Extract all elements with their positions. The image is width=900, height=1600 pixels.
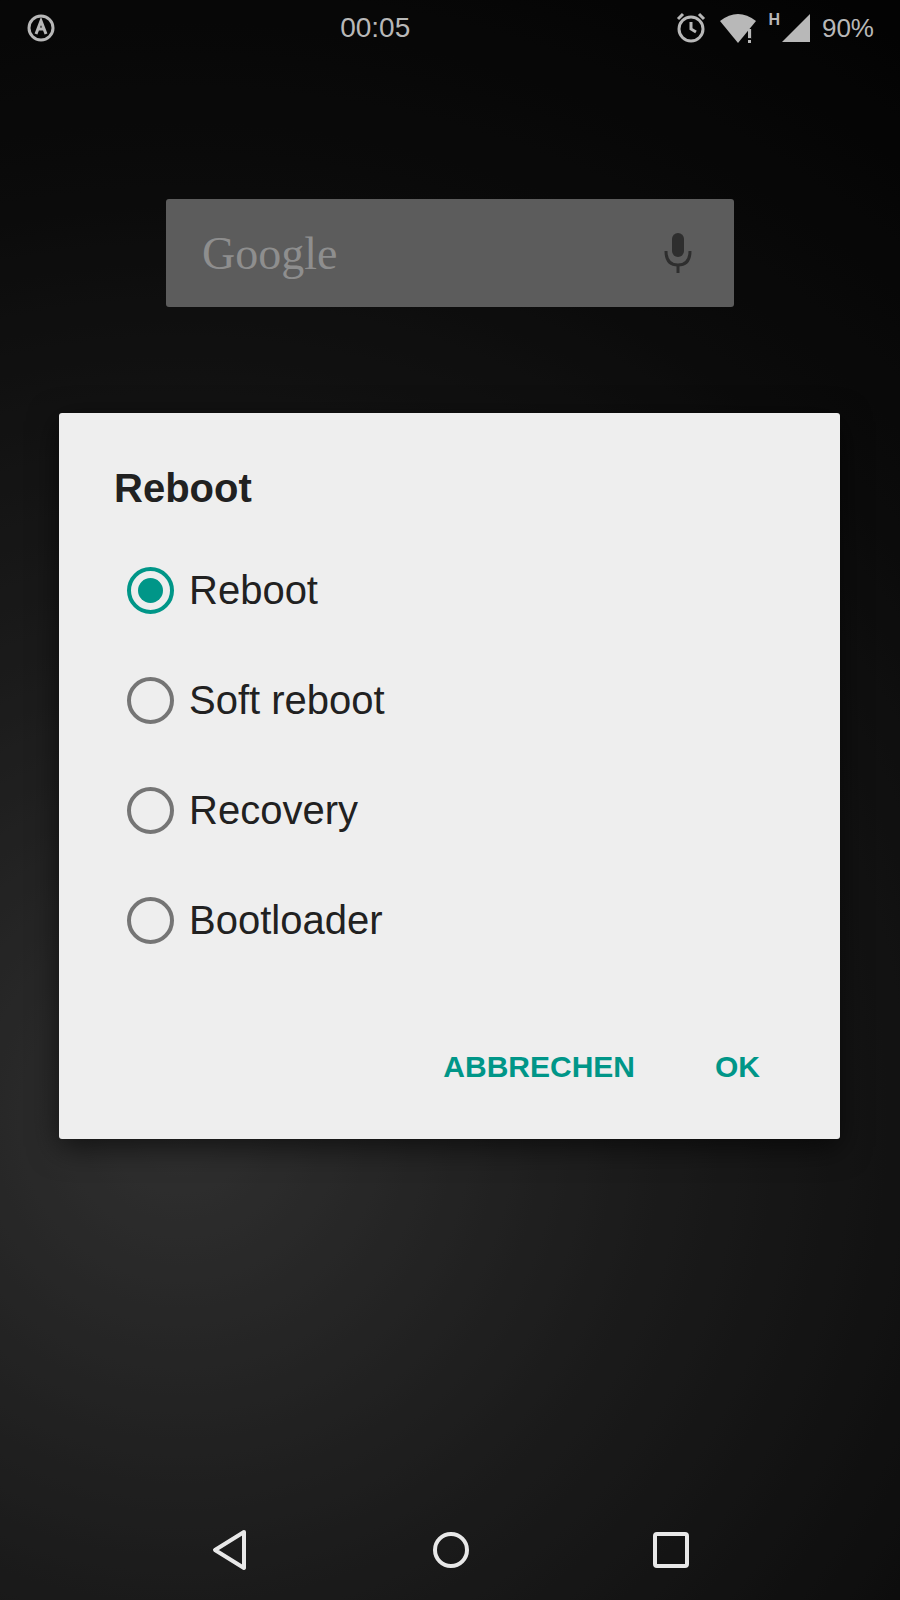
radio-button[interactable] — [127, 897, 174, 944]
option-list: RebootSoft rebootRecoveryBootloader — [59, 535, 840, 975]
option-row[interactable]: Reboot — [59, 535, 840, 645]
option-row[interactable]: Recovery — [59, 755, 840, 865]
home-icon[interactable] — [431, 1530, 471, 1570]
dialog-button[interactable]: OK — [699, 1034, 776, 1098]
radio-button[interactable] — [127, 787, 174, 834]
radio-button[interactable] — [127, 677, 174, 724]
dialog-buttons: ABBRECHEN OK — [59, 1034, 840, 1098]
network-type: H — [768, 12, 780, 28]
android-screen: 00:05H90%GoogleRebootRebootSoft rebootRe… — [0, 0, 900, 1600]
status-bar: 00:05 H 90% — [0, 0, 900, 56]
dialog-button[interactable]: ABBRECHEN — [427, 1034, 651, 1098]
navigation-bar — [0, 1500, 900, 1600]
recents-icon[interactable] — [652, 1531, 690, 1569]
wifi-icon — [718, 11, 758, 45]
dialog-title: Reboot — [59, 464, 840, 512]
option-row[interactable]: Bootloader — [59, 865, 840, 975]
alarm-icon — [674, 11, 708, 45]
notification-icon — [26, 13, 56, 43]
back-icon[interactable] — [210, 1529, 250, 1571]
reboot-dialog: RebootRebootSoft rebootRecoveryBootloade… — [59, 413, 840, 1139]
clock: 00:05 — [340, 7, 410, 49]
radio-button[interactable] — [127, 567, 174, 614]
search-field[interactable]: Google — [202, 219, 662, 288]
signal-icon — [780, 12, 812, 44]
microphone-icon[interactable] — [662, 231, 694, 275]
battery-level: 90% — [822, 9, 874, 48]
option-row[interactable]: Soft reboot — [59, 645, 840, 755]
